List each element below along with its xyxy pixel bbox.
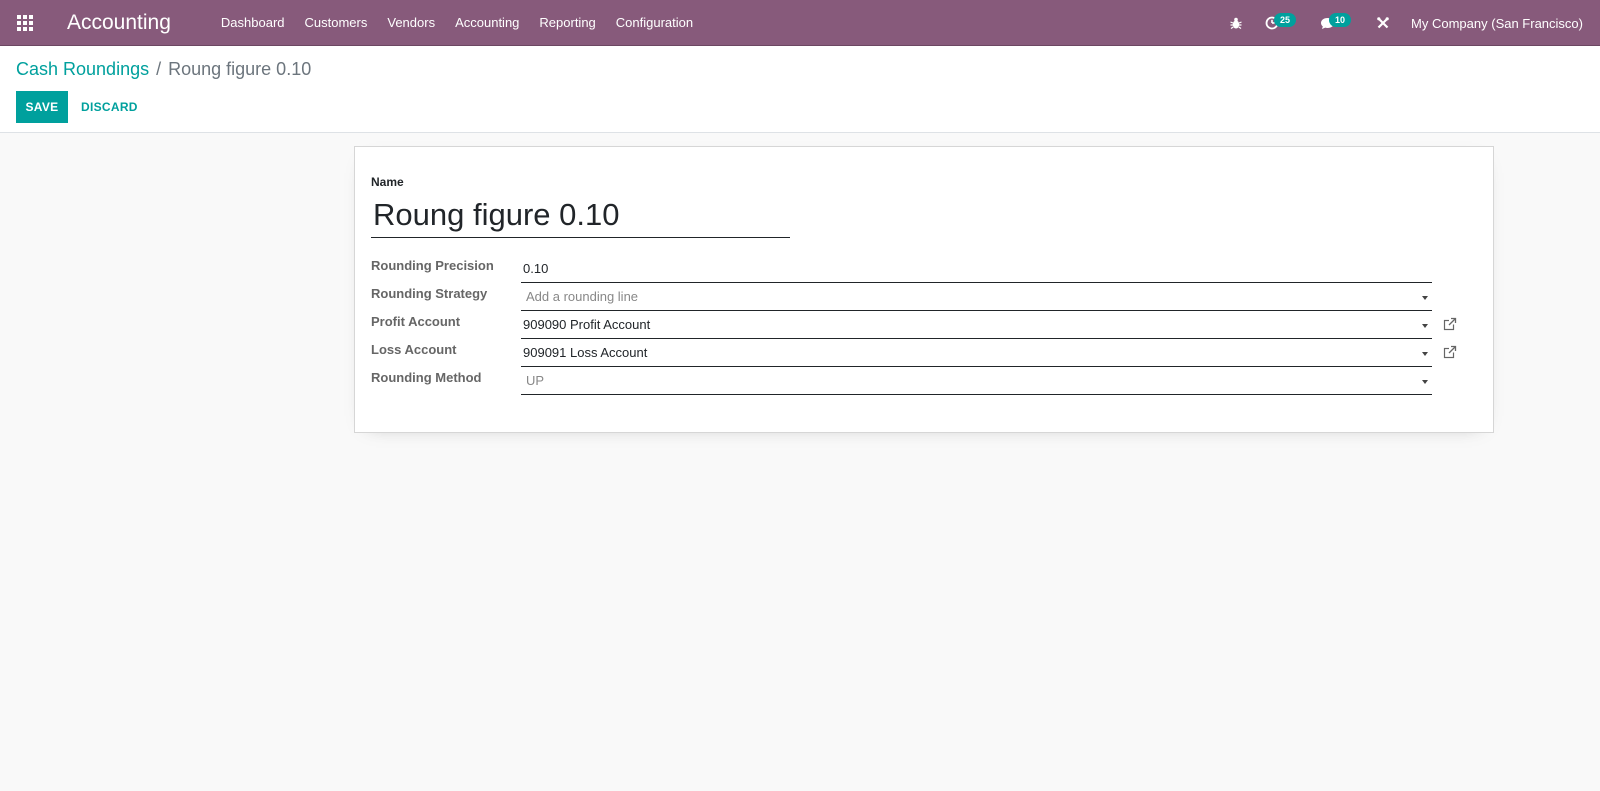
activities-count-badge: 25 xyxy=(1274,13,1297,27)
field-row-profit: Profit Account 909090 Profit Account xyxy=(371,310,1471,339)
field-row-loss: Loss Account 909091 Loss Account xyxy=(371,338,1471,367)
field-row-strategy: Rounding Strategy Add a rounding line xyxy=(371,282,1471,311)
precision-input[interactable]: 0.10 xyxy=(521,257,1432,283)
save-button[interactable]: SAVE xyxy=(16,91,68,123)
loss-account-value: 909091 Loss Account xyxy=(523,345,648,360)
menu-item-configuration[interactable]: Configuration xyxy=(606,0,703,46)
control-panel: Cash Roundings / Roung figure 0.10 SAVE … xyxy=(0,46,1600,133)
main-menu: Dashboard Customers Vendors Accounting R… xyxy=(211,0,703,46)
apps-menu-icon[interactable] xyxy=(0,0,50,46)
field-row-method: Rounding Method UP xyxy=(371,366,1471,395)
app-brand[interactable]: Accounting xyxy=(67,11,171,35)
profit-account-select[interactable]: 909090 Profit Account xyxy=(521,313,1432,339)
menu-item-accounting[interactable]: Accounting xyxy=(445,0,529,46)
menu-item-reporting[interactable]: Reporting xyxy=(529,0,605,46)
menu-item-customers[interactable]: Customers xyxy=(295,0,378,46)
name-input[interactable]: Roung figure 0.10 xyxy=(371,195,790,238)
menu-item-dashboard[interactable]: Dashboard xyxy=(211,0,295,46)
method-value: UP xyxy=(526,373,545,388)
method-label: Rounding Method xyxy=(371,370,482,385)
profit-label: Profit Account xyxy=(371,314,461,329)
menu-item-vendors[interactable]: Vendors xyxy=(377,0,445,46)
discard-button[interactable]: DISCARD xyxy=(75,91,144,123)
breadcrumb-parent-link[interactable]: Cash Roundings xyxy=(16,59,149,80)
strategy-label: Rounding Strategy xyxy=(371,286,488,301)
company-switcher[interactable]: My Company (San Francisco) xyxy=(1401,16,1600,31)
precision-label: Rounding Precision xyxy=(371,258,494,273)
chevron-down-icon[interactable] xyxy=(1422,352,1428,356)
tools-icon[interactable] xyxy=(1365,0,1401,46)
breadcrumb-separator: / xyxy=(156,59,162,79)
external-link-icon[interactable] xyxy=(1443,345,1457,359)
form-sheet: Name Roung figure 0.10 Rounding Precisio… xyxy=(354,146,1494,433)
messages-chat-icon[interactable]: 10 xyxy=(1309,0,1365,46)
chevron-down-icon[interactable] xyxy=(1422,324,1428,328)
loss-label: Loss Account xyxy=(371,342,457,357)
method-select[interactable]: UP xyxy=(521,369,1432,395)
strategy-select[interactable]: Add a rounding line xyxy=(521,285,1432,311)
breadcrumb: Cash Roundings / Roung figure 0.10 xyxy=(16,59,311,80)
messages-count-badge: 10 xyxy=(1329,13,1352,27)
top-navbar: Accounting Dashboard Customers Vendors A… xyxy=(0,0,1600,46)
activities-clock-icon[interactable]: 25 xyxy=(1254,0,1309,46)
profit-account-value: 909090 Profit Account xyxy=(523,317,651,332)
debug-bug-icon[interactable] xyxy=(1218,0,1254,46)
field-row-precision: Rounding Precision 0.10 xyxy=(371,254,1471,283)
loss-account-select[interactable]: 909091 Loss Account xyxy=(521,341,1432,367)
chevron-down-icon[interactable] xyxy=(1422,296,1428,300)
breadcrumb-current: Roung figure 0.10 xyxy=(168,59,312,79)
name-label: Name xyxy=(371,175,404,189)
navbar-systray: 25 10 My Company (San Francisco) xyxy=(1218,0,1600,46)
strategy-placeholder: Add a rounding line xyxy=(526,289,639,304)
chevron-down-icon[interactable] xyxy=(1422,380,1428,384)
external-link-icon[interactable] xyxy=(1443,317,1457,331)
